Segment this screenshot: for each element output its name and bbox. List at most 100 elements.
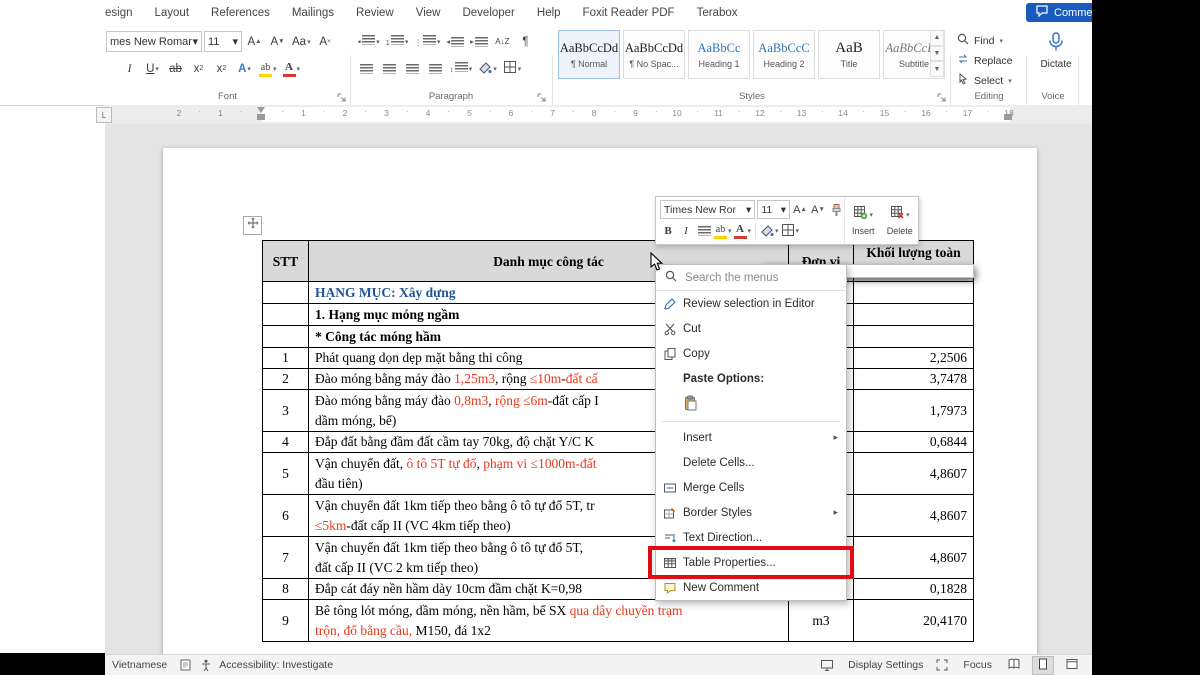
ribbon-tab-review[interactable]: Review bbox=[345, 7, 405, 19]
table-cell[interactable]: 1 bbox=[263, 348, 309, 369]
table-cell[interactable] bbox=[854, 282, 974, 304]
menu-item-insert[interactable]: Insert▸ bbox=[656, 425, 846, 450]
mini-bullets-button[interactable] bbox=[696, 222, 712, 240]
mini-font-size-combo[interactable]: 11 ▾ bbox=[757, 200, 790, 219]
table-cell[interactable]: 4,8607 bbox=[854, 453, 974, 495]
clear-formatting-button[interactable]: A× bbox=[315, 31, 336, 52]
highlight-color-button[interactable]: ab▾ bbox=[257, 58, 279, 79]
tab-selector-button[interactable]: L bbox=[96, 107, 112, 123]
menu-item-review-selection-in-editor[interactable]: Review selection in Editor bbox=[656, 291, 846, 316]
menu-item-paste-options[interactable]: Paste Options: bbox=[656, 366, 846, 391]
menu-item-cut[interactable]: Cut bbox=[656, 316, 846, 341]
style-gallery-more-button[interactable]: ▼ bbox=[930, 61, 944, 77]
mini-font-name-combo[interactable]: Times New Ror ▾ bbox=[660, 200, 755, 219]
bullets-button[interactable]: •▾ bbox=[356, 31, 382, 52]
strikethrough-button[interactable]: ab bbox=[165, 58, 186, 79]
table-cell[interactable]: 4 bbox=[263, 432, 309, 453]
table-cell[interactable]: 9 bbox=[263, 600, 309, 642]
style-card-heading-2[interactable]: AaBbCcCHeading 2 bbox=[753, 30, 815, 79]
table-cell[interactable]: 2,2506 bbox=[854, 348, 974, 369]
multilevel-list-button[interactable]: ⋮▾ bbox=[412, 31, 442, 52]
mini-shrink-font-button[interactable]: A▼ bbox=[810, 201, 826, 219]
table-cell[interactable]: 6 bbox=[263, 495, 309, 537]
table-cell[interactable]: 0,6844 bbox=[854, 432, 974, 453]
decrease-indent-button[interactable]: ◂ bbox=[444, 31, 466, 52]
style-gallery-up-button[interactable]: ▲ bbox=[930, 30, 944, 46]
mini-shading-button[interactable]: ▾ bbox=[760, 222, 779, 240]
underline-button[interactable]: U▾ bbox=[142, 58, 163, 79]
ribbon-tab-view[interactable]: View bbox=[405, 7, 452, 19]
menu-item-delete-cells[interactable]: Delete Cells... bbox=[656, 450, 846, 475]
focus-button[interactable]: Focus bbox=[963, 659, 992, 671]
mini-insert-table-button[interactable]: ▾ Insert bbox=[845, 197, 882, 244]
superscript-button[interactable]: x2 bbox=[211, 58, 232, 79]
change-case-button[interactable]: Aa▾ bbox=[290, 31, 313, 52]
italic-button[interactable]: I bbox=[119, 58, 140, 79]
table-cell[interactable]: 5 bbox=[263, 453, 309, 495]
shading-button[interactable]: ▾ bbox=[476, 58, 499, 79]
menu-item-text-direction[interactable]: Text Direction... bbox=[656, 525, 846, 550]
paste-option-button[interactable] bbox=[656, 391, 846, 418]
justify-button[interactable] bbox=[425, 58, 446, 79]
align-left-button[interactable] bbox=[356, 58, 377, 79]
ribbon-tab-help[interactable]: Help bbox=[526, 7, 572, 19]
mini-bold-button[interactable]: B bbox=[660, 222, 676, 240]
table-cell[interactable]: 3 bbox=[263, 390, 309, 432]
style-card-normal[interactable]: AaBbCcDd¶ Normal bbox=[558, 30, 620, 79]
web-layout-button[interactable] bbox=[1062, 657, 1082, 674]
accessibility-status[interactable]: Accessibility: Investigate bbox=[219, 659, 333, 671]
numbering-button[interactable]: 1▾ bbox=[384, 31, 411, 52]
font-dialog-launcher[interactable] bbox=[336, 90, 347, 101]
menu-item-border-styles[interactable]: Border Styles▸ bbox=[656, 500, 846, 525]
table-cell[interactable] bbox=[854, 304, 974, 326]
mini-grow-font-button[interactable]: A▲ bbox=[792, 201, 808, 219]
table-cell[interactable] bbox=[263, 304, 309, 326]
proofing-status-icon[interactable] bbox=[179, 658, 193, 672]
menu-item-copy[interactable]: Copy bbox=[656, 341, 846, 366]
find-button[interactable]: Find▾ bbox=[956, 31, 1013, 50]
shrink-font-button[interactable]: A▼ bbox=[267, 31, 288, 52]
left-indent-marker[interactable] bbox=[257, 114, 265, 120]
table-cell[interactable] bbox=[263, 326, 309, 348]
estimate-table[interactable]: STTDanh mục công tácĐơn vịKhối lượng toà… bbox=[262, 240, 974, 642]
ribbon-tab-layout[interactable]: Layout bbox=[144, 7, 201, 19]
menu-item-table-properties[interactable]: Table Properties... bbox=[656, 550, 846, 575]
table-cell[interactable]: 20,4170 bbox=[854, 600, 974, 642]
table-cell[interactable] bbox=[854, 326, 974, 348]
mini-borders-button[interactable]: ▾ bbox=[781, 222, 800, 240]
menu-item-new-comment[interactable]: New Comment bbox=[656, 575, 846, 600]
table-cell[interactable]: 1,7973 bbox=[854, 390, 974, 432]
styles-dialog-launcher[interactable] bbox=[936, 90, 947, 101]
table-cell[interactable]: 4,8607 bbox=[854, 537, 974, 579]
language-status[interactable]: Vietnamese bbox=[112, 659, 167, 671]
mini-format-painter-button[interactable] bbox=[828, 201, 844, 219]
sort-button[interactable]: A↓Z bbox=[492, 31, 513, 52]
show-formatting-marks-button[interactable]: ¶ bbox=[515, 31, 536, 52]
font-size-combo[interactable]: 11 ▾ bbox=[204, 31, 242, 52]
table-cell[interactable]: Bê tông lót móng, dầm móng, nền hầm, bể … bbox=[309, 600, 789, 642]
table-cell[interactable]: 3,7478 bbox=[854, 369, 974, 390]
table-cell[interactable]: 4,8607 bbox=[854, 495, 974, 537]
grow-font-button[interactable]: A▲ bbox=[244, 31, 265, 52]
mini-italic-button[interactable]: I bbox=[678, 222, 694, 240]
mini-highlight-button[interactable]: ab▾ bbox=[714, 222, 732, 240]
ribbon-tab-terabox[interactable]: Terabox bbox=[686, 7, 749, 19]
read-mode-button[interactable] bbox=[1004, 657, 1024, 674]
right-indent-marker[interactable] bbox=[1004, 114, 1012, 120]
menu-search-box[interactable]: Search the menus bbox=[656, 265, 846, 291]
print-layout-button[interactable] bbox=[1032, 656, 1054, 675]
select-button[interactable]: Select▾ bbox=[956, 71, 1013, 90]
style-card-no-spac[interactable]: AaBbCcDd¶ No Spac... bbox=[623, 30, 685, 79]
increase-indent-button[interactable]: ▸ bbox=[468, 31, 490, 52]
replace-button[interactable]: Replace bbox=[956, 51, 1013, 70]
align-right-button[interactable] bbox=[402, 58, 423, 79]
table-cell[interactable]: m3 bbox=[789, 600, 854, 642]
table-cell[interactable] bbox=[263, 282, 309, 304]
ribbon-tab-esign[interactable]: esign bbox=[105, 7, 144, 19]
font-name-combo[interactable]: mes New Romar ▾ bbox=[106, 31, 202, 52]
table-header-cell[interactable]: STT bbox=[263, 241, 309, 282]
font-color-button[interactable]: A▾ bbox=[281, 58, 303, 79]
ribbon-tab-mailings[interactable]: Mailings bbox=[281, 7, 345, 19]
mini-font-color-button[interactable]: A▾ bbox=[734, 222, 752, 240]
line-spacing-button[interactable]: ↕▾ bbox=[448, 58, 474, 79]
